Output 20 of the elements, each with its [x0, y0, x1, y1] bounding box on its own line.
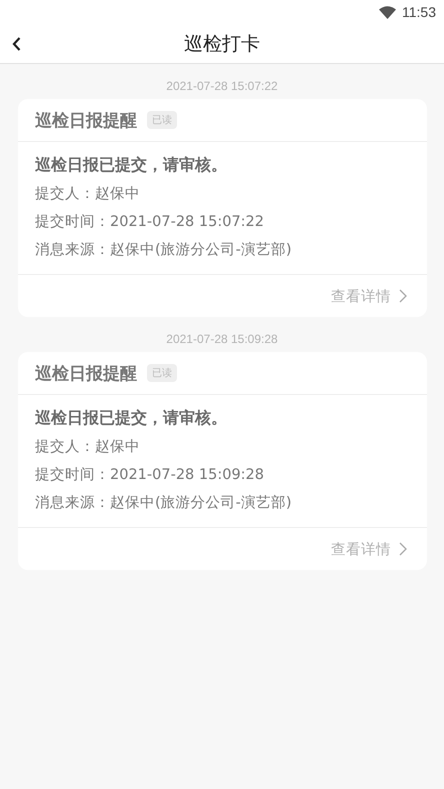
message-detail: 消息来源：赵保中(旅游分公司-演艺部): [35, 494, 293, 513]
message-detail: 消息来源：赵保中(旅游分公司-演艺部): [35, 240, 293, 260]
message-detail: 提交时间：2021-07-28 15:09:28: [35, 466, 265, 485]
back-icon[interactable]: [12, 37, 21, 51]
message-detail: 提交人：赵保中: [35, 438, 141, 457]
message-timestamp: 2021-07-28 15:09:28: [165, 331, 279, 348]
view-details-link[interactable]: 查看详情: [331, 286, 407, 306]
message-title: 巡检日报提醒: [35, 362, 137, 384]
chevron-icon: [399, 289, 407, 303]
status-time: 11:53: [402, 4, 436, 20]
message-detail: 提交人：赵保中: [35, 184, 141, 204]
message-timestamp: 2021-07-28 15:07:22: [165, 78, 279, 95]
view-details-link[interactable]: 查看详情: [331, 540, 407, 558]
page-title: 巡检打卡: [184, 32, 260, 56]
message-headline: 巡检日报已提交，请审核。: [35, 154, 228, 176]
message-headline: 巡检日报已提交，请审核。: [35, 407, 228, 429]
chevron-icon: [399, 542, 407, 556]
wifi-icon: [379, 6, 396, 18]
message-detail: 提交时间：2021-07-28 15:07:22: [35, 212, 265, 232]
message-title: 巡检日报提醒: [35, 110, 137, 132]
